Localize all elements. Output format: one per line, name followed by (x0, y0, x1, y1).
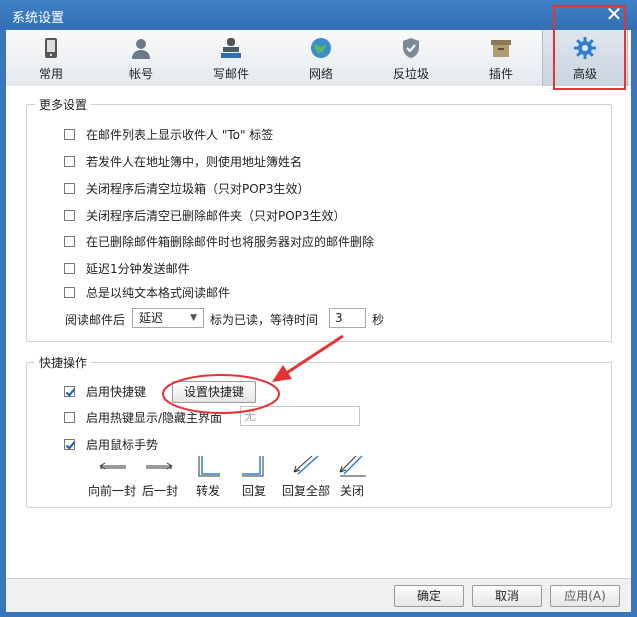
option-row[interactable]: 总是以纯文本格式阅读邮件 (64, 283, 230, 301)
dialog-footer: 确定 取消 应用(A) (6, 578, 631, 612)
title-bar: 系统设置 ✕ (0, 0, 637, 30)
group-title: 快捷操作 (39, 356, 88, 370)
settings-toolbar: 常用 帐号 写邮件 网络 反垃圾 插件 高级 (6, 30, 631, 87)
highlight-box (553, 5, 626, 90)
option-row[interactable]: 在已删除邮件箱删除邮件时也将服务器对应的邮件删除 (64, 232, 374, 250)
stamp-icon (221, 38, 241, 58)
wait-time-input[interactable]: 3 (329, 308, 366, 328)
checkbox[interactable] (64, 155, 75, 167)
read-prefix-label: 阅读邮件后 (65, 313, 126, 327)
option-label: 总是以纯文本格式阅读邮件 (86, 285, 231, 300)
option-row[interactable]: 延迟1分钟发送邮件 (64, 259, 190, 277)
set-shortcut-button[interactable]: 设置快捷键 (172, 381, 256, 403)
chevron-down-icon: ▼ (190, 313, 197, 323)
read-mode-select[interactable]: 延迟 ▼ (132, 308, 204, 328)
tab-compose[interactable]: 写邮件 (194, 30, 268, 86)
mouse-gesture-row[interactable]: 启用鼠标手势 (64, 435, 158, 453)
checkbox[interactable] (64, 182, 75, 194)
hotkey-input[interactable]: 无 (240, 406, 360, 426)
option-label: 在已删除邮件箱删除邮件时也将服务器对应的邮件删除 (86, 234, 375, 249)
enable-shortcut-row[interactable]: 启用快捷键 (64, 382, 146, 400)
forward-gesture-icon (198, 456, 220, 477)
checkbox[interactable] (64, 209, 75, 221)
select-value: 延迟 (139, 311, 164, 325)
tab-label: 网络 (308, 67, 333, 81)
settings-content: 更多设置 在邮件列表上显示收件人 "To" 标签 若发件人在地址簿中，则使用地址… (6, 86, 631, 578)
phone-icon (45, 38, 57, 58)
option-label: 关闭程序后清空垃圾箱（只对POP3生效） (86, 181, 310, 196)
tab-account[interactable]: 帐号 (104, 30, 178, 86)
checkbox[interactable] (64, 262, 75, 274)
gesture-label: 关闭 (339, 484, 364, 498)
archive-icon (491, 40, 511, 57)
shield-icon (403, 38, 419, 58)
globe-icon (311, 38, 331, 58)
tab-label: 插件 (488, 67, 513, 81)
option-label: 关闭程序后清空已删除邮件夹（只对POP3生效） (86, 208, 346, 223)
apply-button[interactable]: 应用(A) (550, 585, 620, 607)
close-gesture-icon (339, 455, 366, 477)
arrow-left-icon (99, 462, 126, 470)
read-middle-label: 标为已读，等待时间 (210, 313, 319, 327)
tab-network[interactable]: 网络 (284, 30, 358, 86)
checkbox[interactable] (64, 438, 75, 450)
cancel-button[interactable]: 取消 (472, 585, 542, 607)
option-row[interactable]: 关闭程序后清空垃圾箱（只对POP3生效） (64, 179, 310, 197)
checkbox[interactable] (64, 235, 75, 247)
tab-label: 写邮件 (212, 67, 249, 81)
option-label: 启用快捷键 (86, 384, 147, 399)
settings-window: 系统设置 ✕ 常用 帐号 写邮件 网络 反垃圾 插件 高级 更多设置 在邮件列表… (0, 0, 637, 617)
wait-unit-label: 秒 (372, 313, 385, 327)
tab-plugins[interactable]: 插件 (464, 30, 538, 86)
reply-all-gesture-icon (293, 455, 319, 475)
checkbox[interactable] (64, 128, 75, 140)
user-icon (132, 39, 150, 59)
option-label: 延迟1分钟发送邮件 (86, 261, 190, 276)
option-label: 启用鼠标手势 (86, 437, 159, 452)
option-row[interactable]: 在邮件列表上显示收件人 "To" 标签 (64, 125, 273, 143)
tab-general[interactable]: 常用 (14, 30, 88, 86)
window-title: 系统设置 (12, 11, 65, 26)
option-row[interactable]: 关闭程序后清空已删除邮件夹（只对POP3生效） (64, 206, 346, 224)
arrow-right-icon (146, 462, 173, 470)
checkbox[interactable] (64, 286, 75, 298)
hotkey-row[interactable]: 启用热键显示/隐藏主界面 (64, 408, 222, 426)
tab-label: 反垃圾 (392, 67, 429, 81)
reply-gesture-icon (242, 456, 264, 477)
checkbox[interactable] (64, 411, 75, 423)
option-row[interactable]: 若发件人在地址簿中，则使用地址簿姓名 (64, 152, 302, 170)
tab-label: 帐号 (128, 67, 153, 81)
option-label: 在邮件列表上显示收件人 "To" 标签 (86, 127, 274, 142)
tab-antispam[interactable]: 反垃圾 (374, 30, 448, 86)
option-label: 启用热键显示/隐藏主界面 (86, 410, 223, 425)
ok-button[interactable]: 确定 (394, 585, 464, 607)
option-label: 若发件人在地址簿中，则使用地址簿姓名 (86, 154, 303, 169)
tab-label: 常用 (38, 67, 63, 81)
checkbox[interactable] (64, 385, 75, 397)
group-title: 更多设置 (39, 98, 88, 112)
